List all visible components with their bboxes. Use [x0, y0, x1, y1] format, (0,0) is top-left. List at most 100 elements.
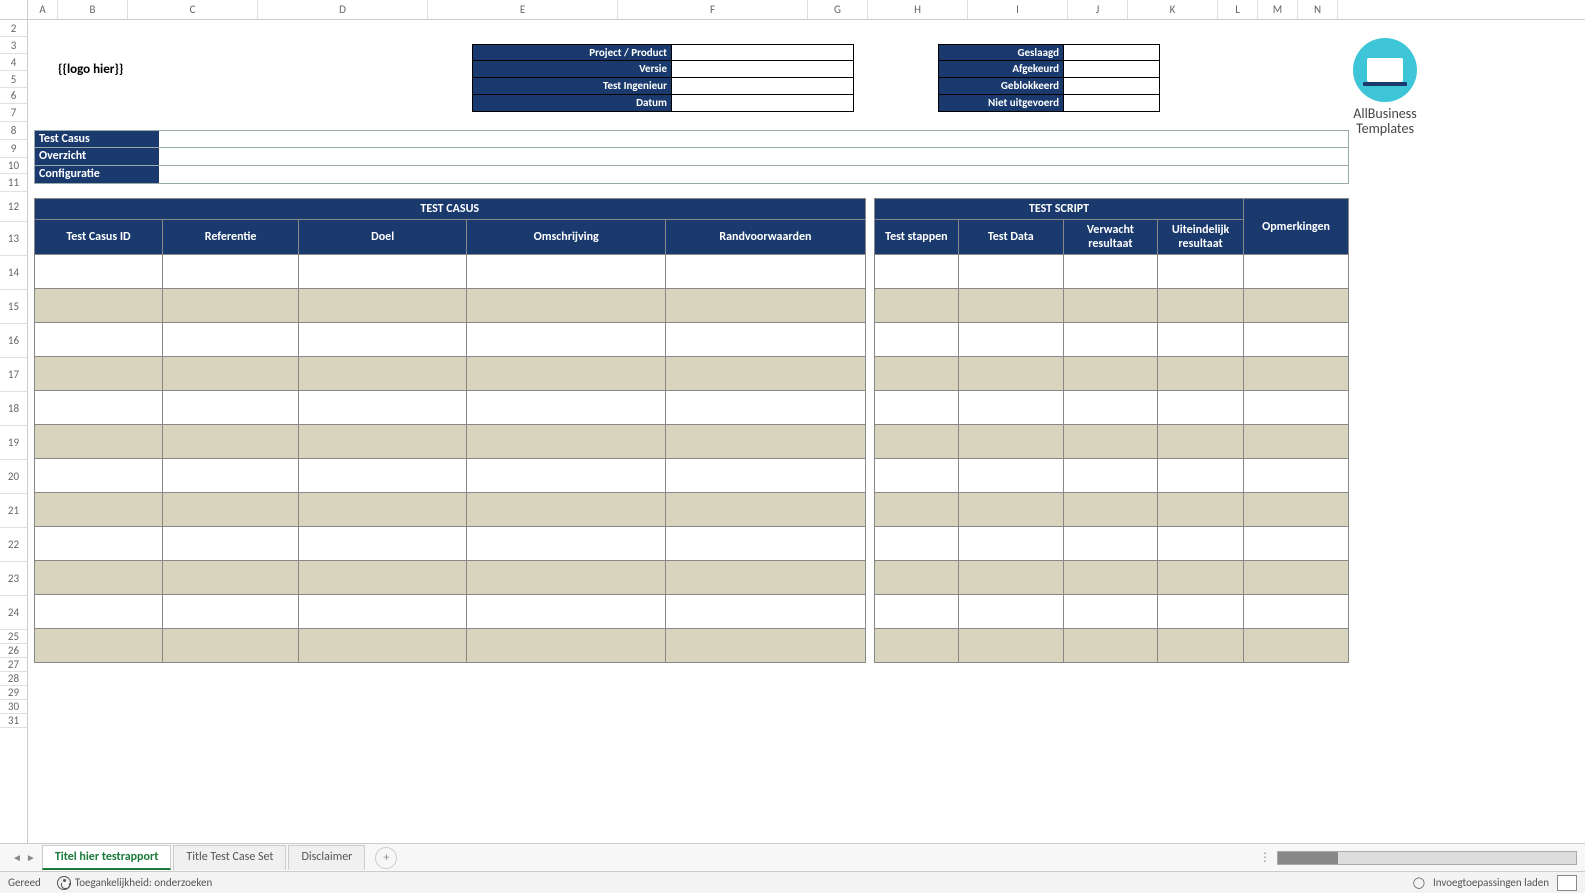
column-header-F[interactable]: F: [618, 0, 808, 19]
table-cell[interactable]: [35, 357, 163, 391]
table-cell[interactable]: [874, 595, 958, 629]
table-cell[interactable]: [299, 289, 467, 323]
row-header-5[interactable]: 5: [0, 71, 27, 88]
table-row[interactable]: [35, 459, 1349, 493]
row-header-23[interactable]: 23: [0, 562, 27, 596]
row-header-26[interactable]: 26: [0, 644, 27, 658]
table-cell[interactable]: [1063, 425, 1157, 459]
table-cell[interactable]: [1244, 561, 1349, 595]
table-cell[interactable]: [299, 629, 467, 663]
table-cell[interactable]: [1244, 289, 1349, 323]
sheet-tab[interactable]: Titel hier testrapport: [42, 845, 172, 870]
table-cell[interactable]: [162, 527, 298, 561]
table-cell[interactable]: [958, 561, 1063, 595]
select-all-gutter[interactable]: [0, 0, 28, 19]
column-header-J[interactable]: J: [1068, 0, 1128, 19]
table-cell[interactable]: [874, 357, 958, 391]
table-cell[interactable]: [1063, 323, 1157, 357]
table-cell[interactable]: [299, 425, 467, 459]
addins-icon[interactable]: ◯: [1413, 876, 1425, 889]
table-cell[interactable]: [162, 289, 298, 323]
table-cell[interactable]: [35, 459, 163, 493]
table-cell[interactable]: [299, 323, 467, 357]
table-cell[interactable]: [467, 561, 666, 595]
horizontal-scrollbar[interactable]: [1277, 851, 1577, 865]
table-cell[interactable]: [35, 493, 163, 527]
table-cell[interactable]: [162, 391, 298, 425]
table-row[interactable]: [35, 527, 1349, 561]
column-header-M[interactable]: M: [1258, 0, 1298, 19]
table-cell[interactable]: [299, 255, 467, 289]
row-header-10[interactable]: 10: [0, 158, 27, 174]
table-cell[interactable]: [1158, 595, 1244, 629]
column-header-H[interactable]: H: [868, 0, 968, 19]
table-cell[interactable]: [958, 527, 1063, 561]
row-header-6[interactable]: 6: [0, 88, 27, 104]
row-header-14[interactable]: 14: [0, 256, 27, 290]
table-cell[interactable]: [1158, 255, 1244, 289]
table-row[interactable]: [35, 629, 1349, 663]
table-cell[interactable]: [1063, 289, 1157, 323]
column-header-G[interactable]: G: [808, 0, 868, 19]
table-cell[interactable]: [958, 493, 1063, 527]
table-cell[interactable]: [1063, 459, 1157, 493]
worksheet-area[interactable]: {{logo hier}} Project / ProductVersieTes…: [28, 20, 1585, 843]
table-cell[interactable]: [1158, 357, 1244, 391]
table-cell[interactable]: [1244, 459, 1349, 493]
column-header-A[interactable]: A: [28, 0, 58, 19]
table-cell[interactable]: [958, 391, 1063, 425]
table-cell[interactable]: [1063, 595, 1157, 629]
table-cell[interactable]: [666, 459, 865, 493]
table-cell[interactable]: [874, 255, 958, 289]
row-header-22[interactable]: 22: [0, 528, 27, 562]
column-header-B[interactable]: B: [58, 0, 128, 19]
table-cell[interactable]: [162, 357, 298, 391]
table-cell[interactable]: [666, 527, 865, 561]
status-addins[interactable]: Invoegtoepassingen laden: [1433, 876, 1549, 889]
table-cell[interactable]: [1244, 527, 1349, 561]
row-header-8[interactable]: 8: [0, 122, 27, 140]
column-header-E[interactable]: E: [428, 0, 618, 19]
table-cell[interactable]: [1244, 391, 1349, 425]
table-cell[interactable]: [35, 255, 163, 289]
table-cell[interactable]: [1063, 493, 1157, 527]
info-value-cell[interactable]: [159, 166, 1348, 183]
table-cell[interactable]: [874, 323, 958, 357]
test-case-table[interactable]: TEST CASUSTEST SCRIPTOpmerkingenTest Cas…: [34, 198, 1349, 663]
table-cell[interactable]: [162, 323, 298, 357]
column-header-N[interactable]: N: [1298, 0, 1338, 19]
table-cell[interactable]: [162, 629, 298, 663]
table-cell[interactable]: [467, 323, 666, 357]
table-cell[interactable]: [666, 255, 865, 289]
table-cell[interactable]: [467, 357, 666, 391]
row-header-20[interactable]: 20: [0, 460, 27, 494]
meta-value-cell[interactable]: [1064, 44, 1160, 61]
table-cell[interactable]: [162, 459, 298, 493]
table-row[interactable]: [35, 493, 1349, 527]
tab-prev-icon[interactable]: ◄: [12, 851, 22, 864]
table-cell[interactable]: [467, 493, 666, 527]
table-cell[interactable]: [1063, 255, 1157, 289]
table-cell[interactable]: [1158, 425, 1244, 459]
table-cell[interactable]: [35, 561, 163, 595]
table-cell[interactable]: [299, 459, 467, 493]
table-cell[interactable]: [1244, 493, 1349, 527]
table-cell[interactable]: [467, 595, 666, 629]
table-cell[interactable]: [1244, 255, 1349, 289]
table-cell[interactable]: [35, 425, 163, 459]
table-cell[interactable]: [1158, 391, 1244, 425]
table-cell[interactable]: [958, 255, 1063, 289]
table-cell[interactable]: [874, 289, 958, 323]
table-cell[interactable]: [35, 527, 163, 561]
table-row[interactable]: [35, 255, 1349, 289]
row-header-27[interactable]: 27: [0, 658, 27, 672]
row-header-30[interactable]: 30: [0, 700, 27, 714]
table-row[interactable]: [35, 323, 1349, 357]
row-header-29[interactable]: 29: [0, 686, 27, 700]
table-cell[interactable]: [1158, 289, 1244, 323]
meta-value-cell[interactable]: [672, 61, 854, 78]
scrollbar-thumb[interactable]: [1278, 852, 1338, 864]
table-cell[interactable]: [1063, 527, 1157, 561]
table-cell[interactable]: [1158, 323, 1244, 357]
add-sheet-button[interactable]: +: [375, 847, 397, 869]
